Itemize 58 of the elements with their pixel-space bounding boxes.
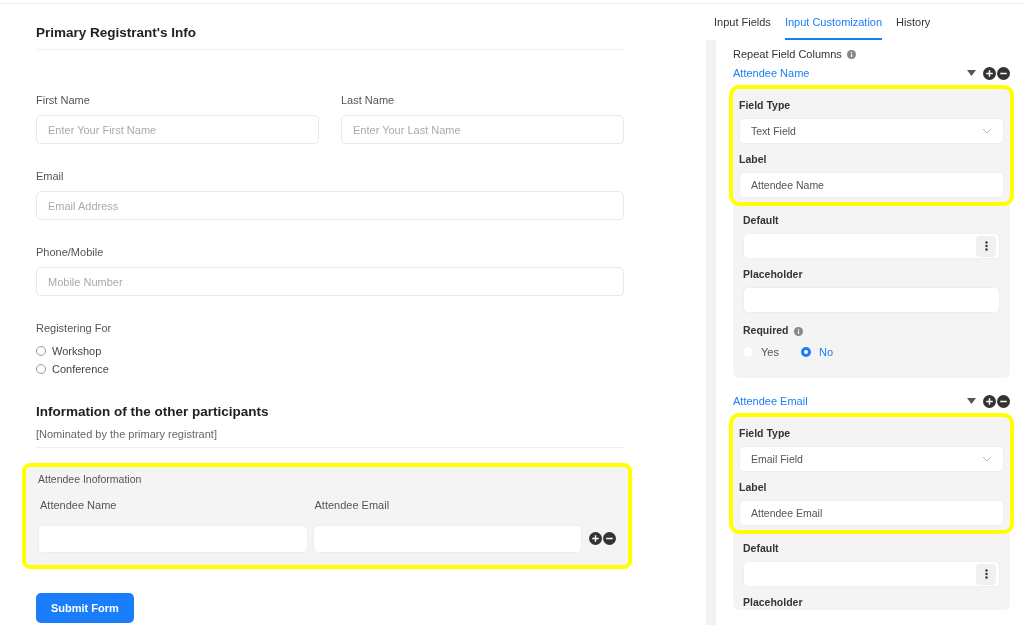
field-label: First Name: [36, 94, 91, 108]
section-title: Primary Registrant's Info: [36, 25, 197, 42]
caret-icon[interactable]: [967, 398, 976, 404]
more-icon: [984, 241, 988, 251]
section-subtitle: [Nominated by the primary registrant]: [36, 428, 218, 440]
caret-icon[interactable]: [967, 70, 976, 76]
field-label: Registering For: [36, 322, 113, 336]
radio-label: No: [818, 346, 833, 358]
setting-label: Field Type: [739, 427, 792, 441]
setting-label: Required: [743, 324, 789, 338]
tab[interactable]: History: [896, 16, 931, 40]
column-name-link[interactable]: Attendee Email: [733, 395, 966, 407]
field-label: Email: [36, 170, 65, 184]
label-input[interactable]: Attendee Email: [739, 500, 1004, 526]
add-icon[interactable]: [983, 394, 996, 408]
column-label: Attendee Email: [314, 499, 391, 513]
input-field[interactable]: Enter Your Last Name: [341, 115, 624, 144]
repeater-title: Attendee Inoformation: [38, 473, 143, 487]
info-icon: [846, 49, 856, 59]
input-field[interactable]: Enter Your First Name: [36, 115, 319, 144]
setting-label: Placeholder: [743, 596, 804, 610]
remove-icon[interactable]: [997, 394, 1010, 408]
setting-label: Placeholder: [743, 268, 804, 282]
field-type-select[interactable]: Text Field: [739, 118, 1004, 144]
submit-button[interactable]: Submit Form: [36, 593, 134, 623]
tab[interactable]: Input Fields: [714, 16, 771, 40]
radio-label: Yes: [761, 346, 779, 358]
radio-label: Conference: [52, 363, 109, 375]
label-input[interactable]: Attendee Name: [739, 172, 1004, 198]
remove-icon[interactable]: [603, 532, 616, 545]
column-name-link[interactable]: Attendee Name: [733, 67, 966, 79]
section-title: Information of the other participants: [36, 404, 270, 421]
more-options-button[interactable]: [976, 563, 996, 585]
field-type-select[interactable]: Email Field: [739, 446, 1004, 472]
setting-label: Default: [743, 542, 780, 556]
input-field[interactable]: Email Address: [36, 191, 624, 220]
default-input[interactable]: [743, 233, 1000, 259]
setting-label: Label: [739, 153, 768, 167]
setting-label: Label: [739, 481, 768, 495]
add-icon[interactable]: [983, 66, 996, 80]
setting-label: Field Type: [739, 99, 792, 113]
column-label: Attendee Name: [40, 499, 118, 513]
chevron-down-icon: [982, 456, 992, 462]
info-icon: [793, 326, 803, 336]
default-input[interactable]: [743, 561, 1000, 587]
remove-icon[interactable]: [997, 66, 1010, 80]
more-options-button[interactable]: [976, 235, 996, 257]
add-icon[interactable]: [589, 532, 602, 545]
tab[interactable]: Input Customization: [784, 16, 883, 40]
setting-label: Repeat Field Columns: [733, 48, 842, 60]
field-label: Phone/Mobile: [36, 246, 105, 260]
field-label: Last Name: [341, 94, 396, 108]
more-icon: [984, 569, 988, 579]
chevron-down-icon: [982, 128, 992, 134]
radio-label: Workshop: [52, 345, 102, 357]
input-field[interactable]: Mobile Number: [36, 267, 624, 296]
setting-label: Default: [743, 214, 780, 228]
radio-button[interactable]: [800, 347, 811, 357]
